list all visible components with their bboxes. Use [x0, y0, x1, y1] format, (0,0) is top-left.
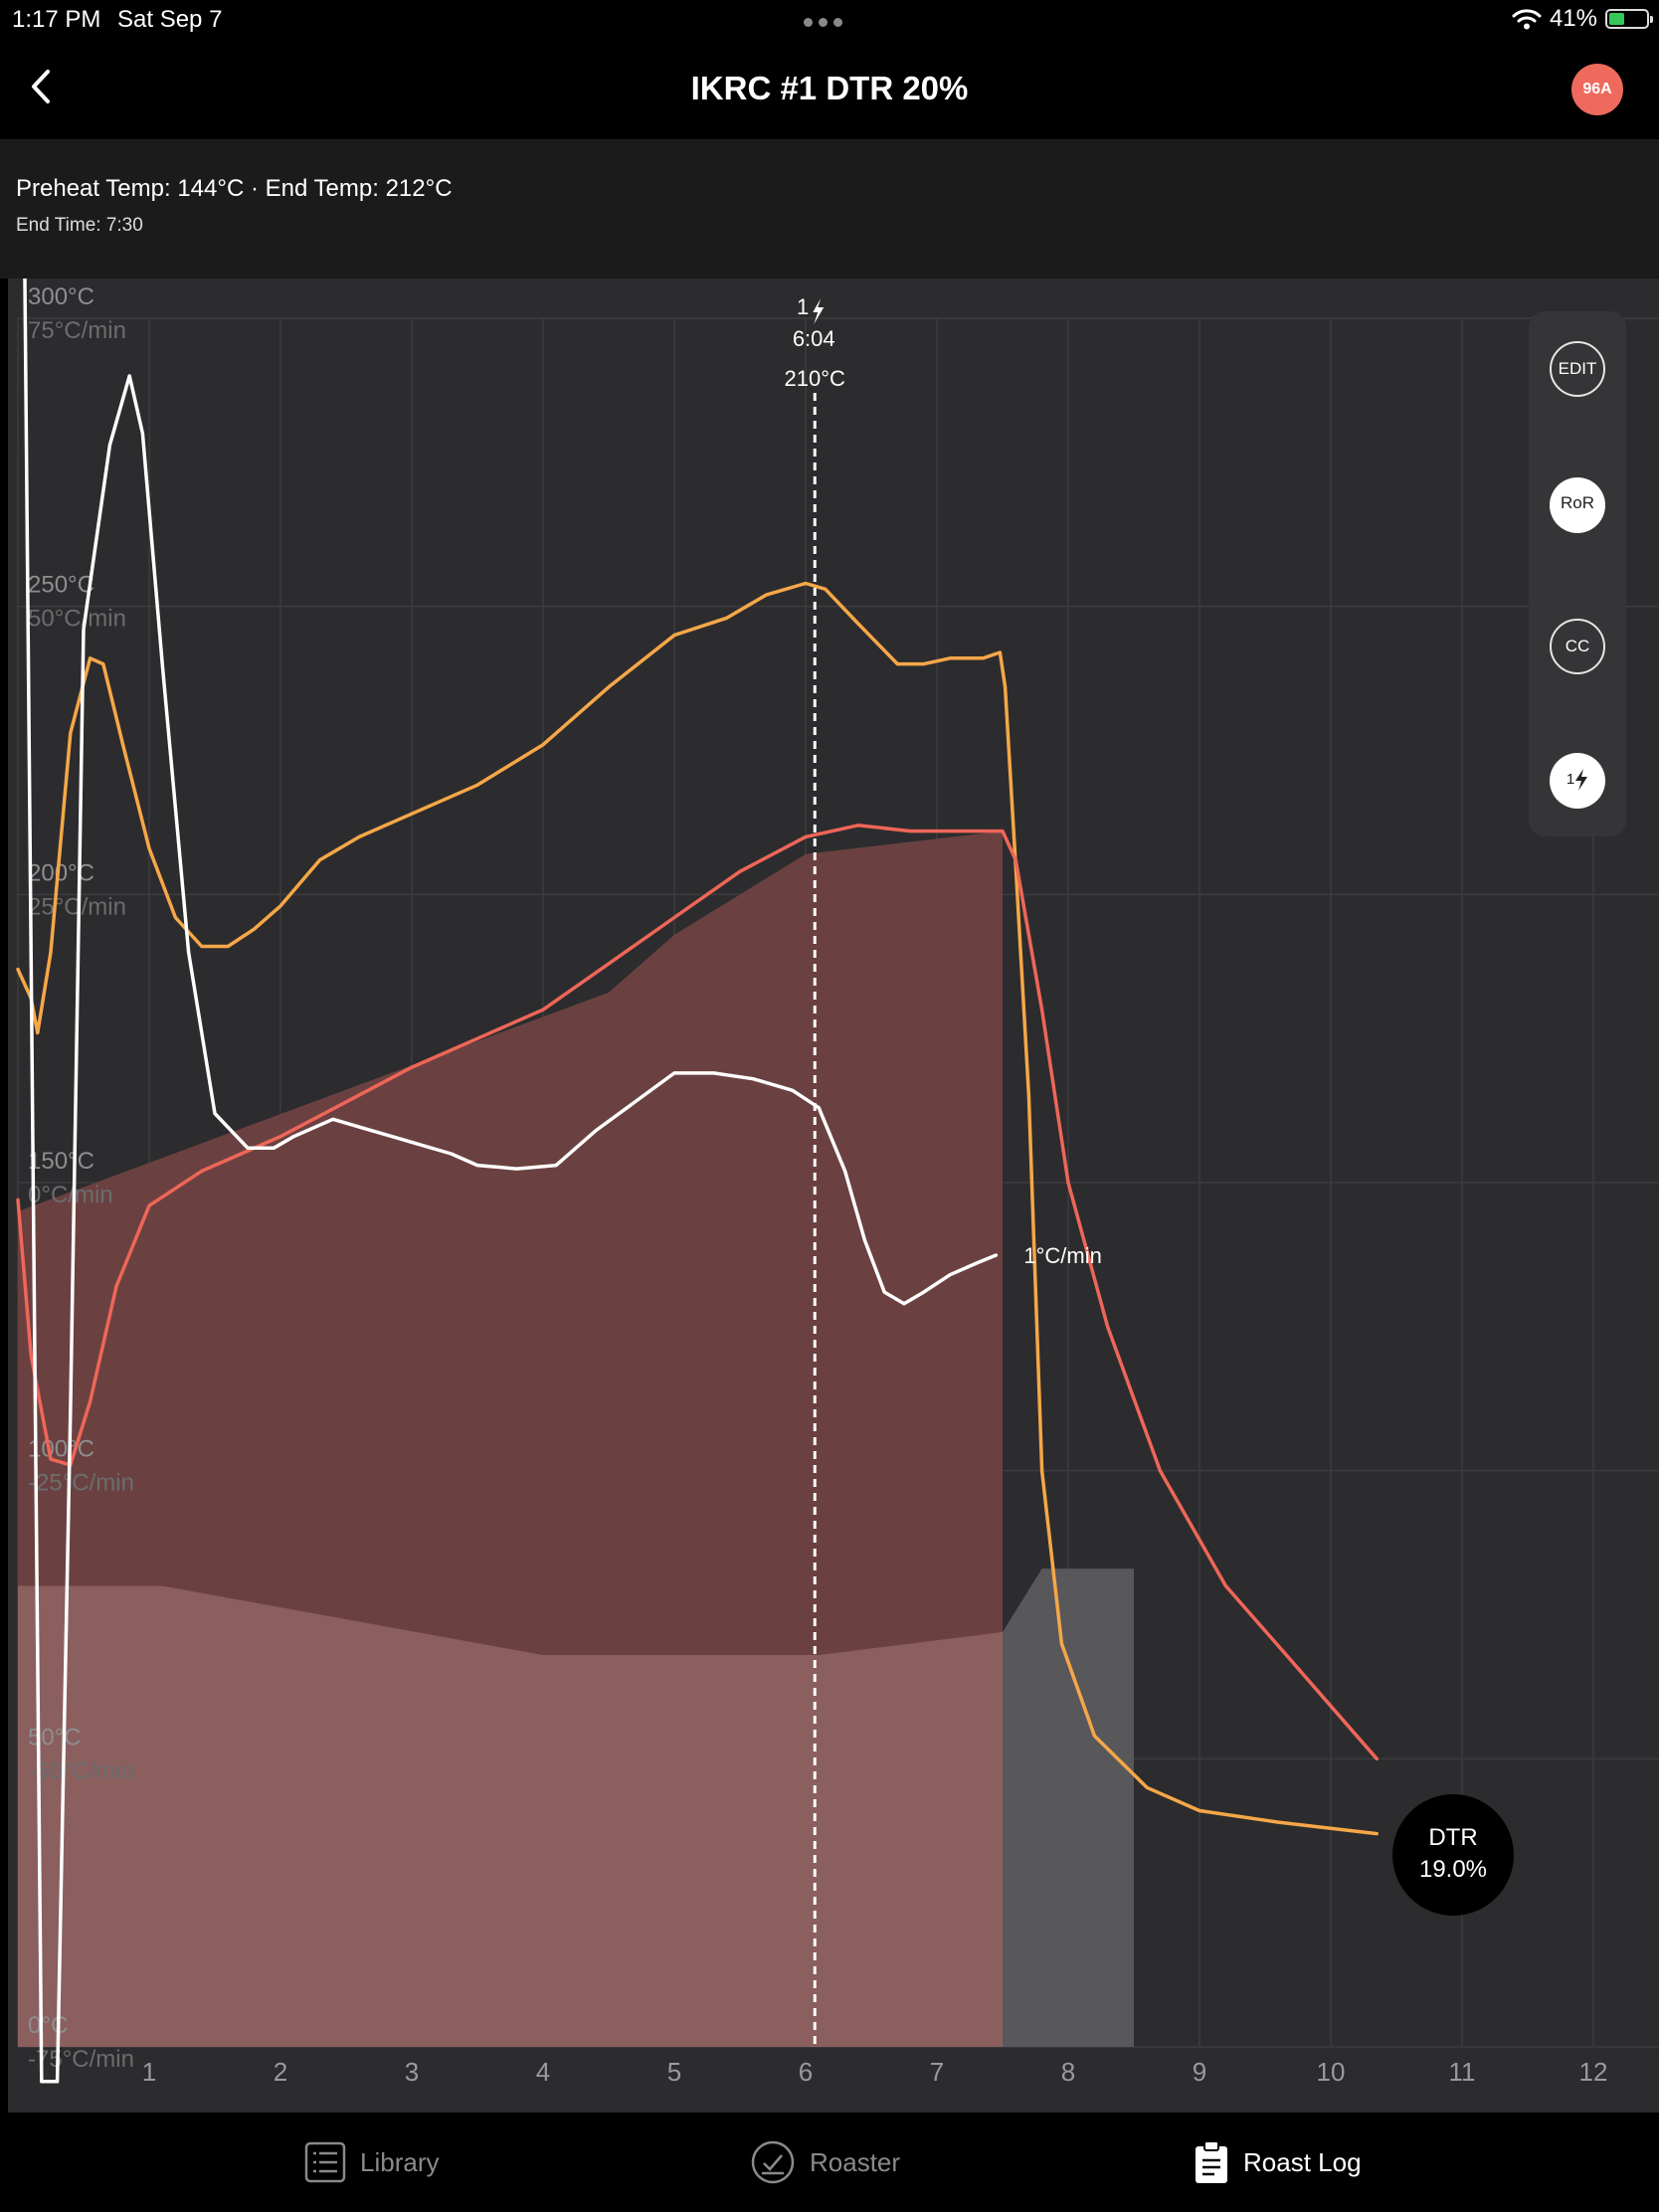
ror-tick-label: -50°C/min	[28, 1757, 134, 1784]
x-tick-label: 6	[799, 2057, 813, 2087]
ror-tick-label: 75°C/min	[28, 317, 126, 344]
tab-roast-log[interactable]: Roast Log	[1194, 2136, 1362, 2188]
x-tick-label: 11	[1449, 2057, 1476, 2087]
dtr-value: 19.0%	[1418, 1856, 1488, 1883]
tab-library-label: Library	[360, 2146, 440, 2177]
tab-roaster[interactable]: Roaster	[750, 2136, 900, 2188]
x-tick-label: 10	[1317, 2057, 1346, 2087]
tab-roaster-label: Roaster	[810, 2146, 901, 2177]
dtr-label: DTR	[1428, 1824, 1478, 1851]
status-date: Sat Sep 7	[117, 6, 223, 33]
x-tick-label: 9	[1193, 2057, 1206, 2087]
first-crack-bolt-icon	[813, 298, 825, 324]
battery-percent: 41%	[1549, 5, 1597, 32]
ror-toggle-button[interactable]: RoR	[1550, 477, 1605, 533]
roaster-badge[interactable]: 96A	[1571, 64, 1623, 115]
x-tick-label: 1	[142, 2057, 156, 2087]
library-list-icon	[304, 2141, 346, 2183]
x-tick-label: 12	[1579, 2057, 1608, 2087]
chart-toolbar: EDIT RoR CC 1	[1529, 311, 1626, 836]
ror-tick-label: -75°C/min	[28, 2046, 134, 2073]
multitasking-dots-icon[interactable]	[804, 14, 851, 27]
first-crack-time: 6:04	[793, 326, 835, 351]
navigation-bar: IKRC #1 DTR 20% 96A	[0, 40, 1659, 139]
first-crack-label: 1	[1566, 771, 1575, 788]
ror-tick-label: 0°C/min	[28, 1182, 113, 1208]
fan-speed-area	[18, 1585, 1003, 2047]
temperature-tick-label: 0°C	[28, 2012, 68, 2039]
dtr-badge: DTR 19.0%	[1392, 1794, 1514, 1916]
roast-temps: Preheat Temp: 144°C · End Temp: 212°C	[16, 175, 453, 202]
roaster-check-icon	[751, 2140, 795, 2184]
x-tick-label: 7	[930, 2057, 944, 2087]
temperature-tick-label: 150°C	[28, 1148, 94, 1175]
status-right: 41%	[1512, 4, 1653, 34]
status-time: 1:17 PM	[12, 6, 101, 33]
page-title: IKRC #1 DTR 20%	[690, 70, 969, 106]
clipboard-icon	[1196, 2140, 1227, 2183]
first-crack-temp: 210°C	[785, 366, 846, 391]
roast-end-time: End Time: 7:30	[16, 215, 143, 236]
cc-toggle-button[interactable]: CC	[1550, 619, 1605, 674]
temperature-tick-label: 250°C	[28, 572, 94, 599]
edit-button[interactable]: EDIT	[1550, 341, 1605, 397]
crack-bolt-icon	[1575, 768, 1588, 791]
temperature-tick-label: 50°C	[28, 1724, 82, 1751]
wifi-icon	[1512, 9, 1542, 30]
roast-info: Preheat Temp: 144°C · End Temp: 212°C En…	[0, 139, 1659, 278]
x-tick-label: 8	[1061, 2057, 1075, 2087]
first-crack-button[interactable]: 1	[1550, 753, 1605, 809]
ror-current-label: 1°C/min	[1023, 1243, 1101, 1268]
x-tick-label: 2	[274, 2057, 287, 2087]
ror-tick-label: 50°C/min	[28, 606, 126, 633]
tab-library[interactable]: Library	[304, 2136, 439, 2188]
tab-bar: Library Roaster Roast Log	[0, 2113, 1659, 2212]
temperature-tick-label: 300°C	[28, 283, 94, 310]
ror-tick-label: -25°C/min	[28, 1470, 134, 1497]
x-tick-label: 5	[667, 2057, 681, 2087]
x-tick-label: 3	[405, 2057, 419, 2087]
x-tick-label: 4	[536, 2057, 550, 2087]
cooling-area	[1003, 1568, 1134, 2047]
tab-roast-log-label: Roast Log	[1243, 2146, 1362, 2177]
first-crack-marker-label: 1	[797, 294, 809, 319]
status-bar: 1:17 PM Sat Sep 7 41%	[0, 0, 1659, 40]
temperature-tick-label: 100°C	[28, 1436, 94, 1463]
temperature-tick-label: 200°C	[28, 859, 94, 886]
battery-icon	[1605, 9, 1653, 29]
